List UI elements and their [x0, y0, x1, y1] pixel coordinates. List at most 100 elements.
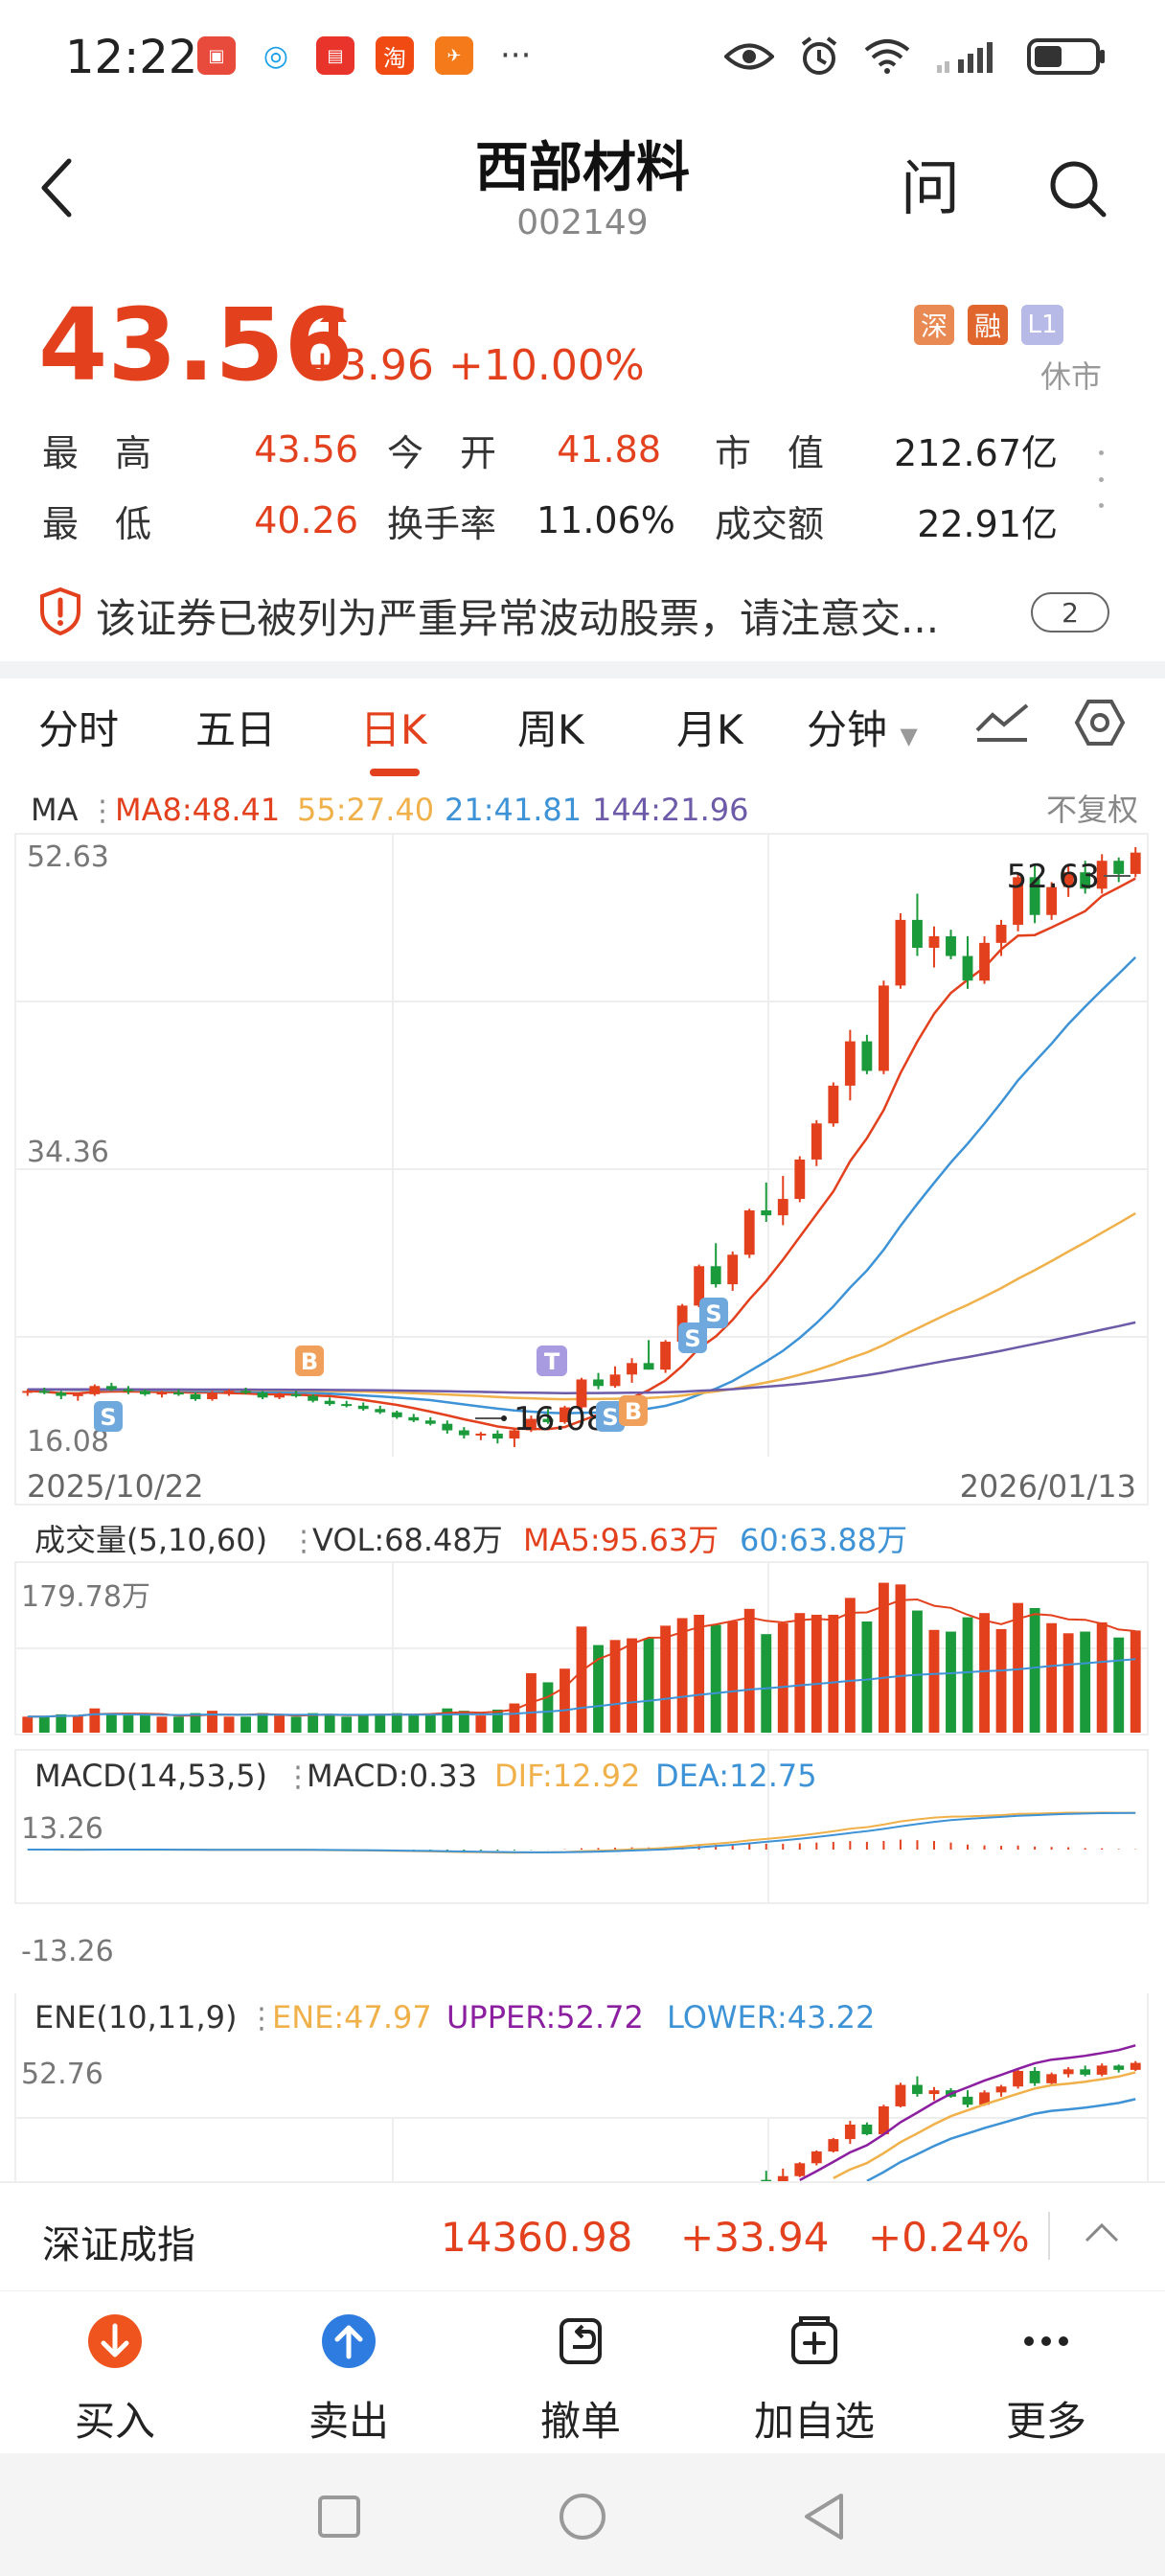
candle-body [391, 1412, 402, 1417]
volume-bar [727, 1621, 739, 1733]
volume-bar [1130, 1630, 1141, 1733]
candle-body [442, 1423, 453, 1431]
kline-chart[interactable]: MA ⋮ MA8:48.41 55:27.40 21:41.81 144:21.… [0, 786, 1165, 2181]
draw-tool-icon[interactable] [973, 702, 1031, 744]
candle-body [928, 936, 940, 948]
tab-five-day[interactable]: 五日 [195, 698, 276, 756]
ma144-label: 144:21.96 [592, 792, 748, 828]
status-time: 12:22 [65, 31, 198, 84]
volume-bar [38, 1716, 50, 1733]
candle-body [491, 1433, 503, 1439]
buy-marker[interactable]: B [295, 1346, 324, 1376]
volume-bar [928, 1629, 940, 1733]
ene-lower-line [866, 2098, 1136, 2181]
macd-value-label: MACD:0.33 [307, 1758, 477, 1794]
ene-candle-body [995, 2086, 1007, 2093]
ask-button[interactable]: 问 [897, 155, 964, 222]
volume-bar [1062, 1633, 1074, 1733]
max-price-label: 52.63 [1007, 858, 1100, 896]
sell-button[interactable]: 卖出 [272, 2312, 425, 2448]
abnormal-volatility-warning[interactable]: 该证券已被列为严重异常波动股票，请注意交... 2 [0, 575, 1165, 652]
volume-bar [660, 1625, 672, 1733]
ene-candle-body [828, 2139, 839, 2151]
shield-warning-icon [40, 586, 80, 636]
sell-icon [322, 2314, 376, 2368]
candle-body [593, 1379, 604, 1387]
volume-bar [1046, 1622, 1058, 1733]
candle-body [375, 1409, 386, 1413]
candle-body [207, 1392, 217, 1399]
svg-text:S: S [705, 1300, 721, 1327]
ene-candle-body [928, 2090, 940, 2095]
tab-minute[interactable]: 分钟 ▼ [807, 698, 918, 756]
volume-max-label: 179.78万 [21, 1580, 150, 1614]
stat-value-low: 40.26 [254, 499, 358, 541]
volume-bar [475, 1715, 487, 1733]
trade-action-bar: 买入 卖出 撤单 加自选 更多 [0, 2290, 1165, 2453]
candle-body [895, 919, 906, 986]
sell-marker[interactable]: S [699, 1298, 728, 1328]
volume-bar [1096, 1622, 1108, 1733]
volume-bar [375, 1714, 386, 1733]
candle-body [743, 1210, 755, 1255]
candle-body [156, 1392, 168, 1395]
candle-body [828, 1085, 839, 1124]
tab-intraday[interactable]: 分时 [38, 698, 119, 756]
active-tab-indicator [370, 769, 420, 776]
add-watchlist-icon [791, 2316, 837, 2364]
home-button[interactable] [558, 2492, 607, 2542]
adjust-mode-label[interactable]: 不复权 [1046, 792, 1138, 828]
add-watchlist-button[interactable]: 加自选 [738, 2312, 891, 2448]
recent-apps-button[interactable] [316, 2494, 362, 2540]
volume-bars [22, 1582, 1141, 1733]
system-icons [724, 36, 1108, 77]
tab-weekly-k[interactable]: 周K [517, 698, 584, 756]
svg-text:T: T [544, 1348, 560, 1375]
vol-ma5-label: MA5:95.63万 [523, 1522, 719, 1558]
search-button[interactable] [1044, 155, 1111, 222]
volume-bar [424, 1714, 436, 1733]
sell-marker[interactable]: S [94, 1401, 123, 1432]
price-change-percent: +10.00% [448, 341, 645, 390]
ma-dropdown-icon[interactable]: ⋮ [88, 794, 117, 828]
ene-bands [761, 2044, 1141, 2181]
stat-label-open: 今 开 [387, 431, 497, 474]
stats-more-button[interactable] [1096, 450, 1106, 508]
candle-body [190, 1393, 201, 1399]
index-change-percent: +0.24% [868, 2214, 1030, 2261]
candle-body [660, 1342, 672, 1370]
tab-monthly-k[interactable]: 月K [676, 698, 743, 756]
stock-tags: 深 融 L1 [914, 305, 1063, 345]
buy-label: 买入 [74, 2398, 155, 2445]
tab-minute-label: 分钟 [807, 706, 888, 753]
warning-count-badge: 2 [1031, 592, 1109, 632]
cancel-order-button[interactable]: 撤单 [504, 2312, 657, 2448]
candle-body [89, 1386, 101, 1394]
dea-line [27, 1811, 1136, 1853]
tab-daily-k[interactable]: 日K [360, 698, 427, 756]
tag-margin: 融 [968, 305, 1008, 345]
candle-body [1130, 852, 1141, 874]
index-ticker-bar[interactable]: 深证成指 14360.98 +33.94 +0.24% [0, 2181, 1165, 2287]
notification-icons: ▣ ◎ ▤ 淘 ✈ ··· [197, 36, 531, 75]
volume-bar [694, 1614, 705, 1733]
volume-bar [391, 1713, 402, 1733]
candle-body [357, 1405, 369, 1410]
more-button[interactable]: 更多 [970, 2312, 1123, 2448]
t-marker[interactable]: T [537, 1346, 567, 1376]
volume-bar [861, 1621, 873, 1733]
volume-bar [1013, 1602, 1024, 1733]
tag-level1[interactable]: L1 [1021, 305, 1063, 345]
volume-bar [560, 1668, 570, 1733]
ma21-label: 21:41.81 [445, 792, 582, 828]
signal-icon [937, 42, 993, 73]
chevron-up-icon[interactable] [1083, 2218, 1121, 2246]
back-nav-button[interactable] [799, 2492, 847, 2542]
chart-settings-icon[interactable] [1073, 698, 1127, 748]
sell-label: 卖出 [308, 2398, 389, 2445]
stat-label-turnover-amount: 成交额 [715, 502, 825, 545]
volume-bar [223, 1716, 235, 1733]
buy-marker[interactable]: B [619, 1395, 648, 1426]
buy-button[interactable]: 买入 [38, 2312, 192, 2448]
macd-lines [27, 1811, 1137, 1854]
